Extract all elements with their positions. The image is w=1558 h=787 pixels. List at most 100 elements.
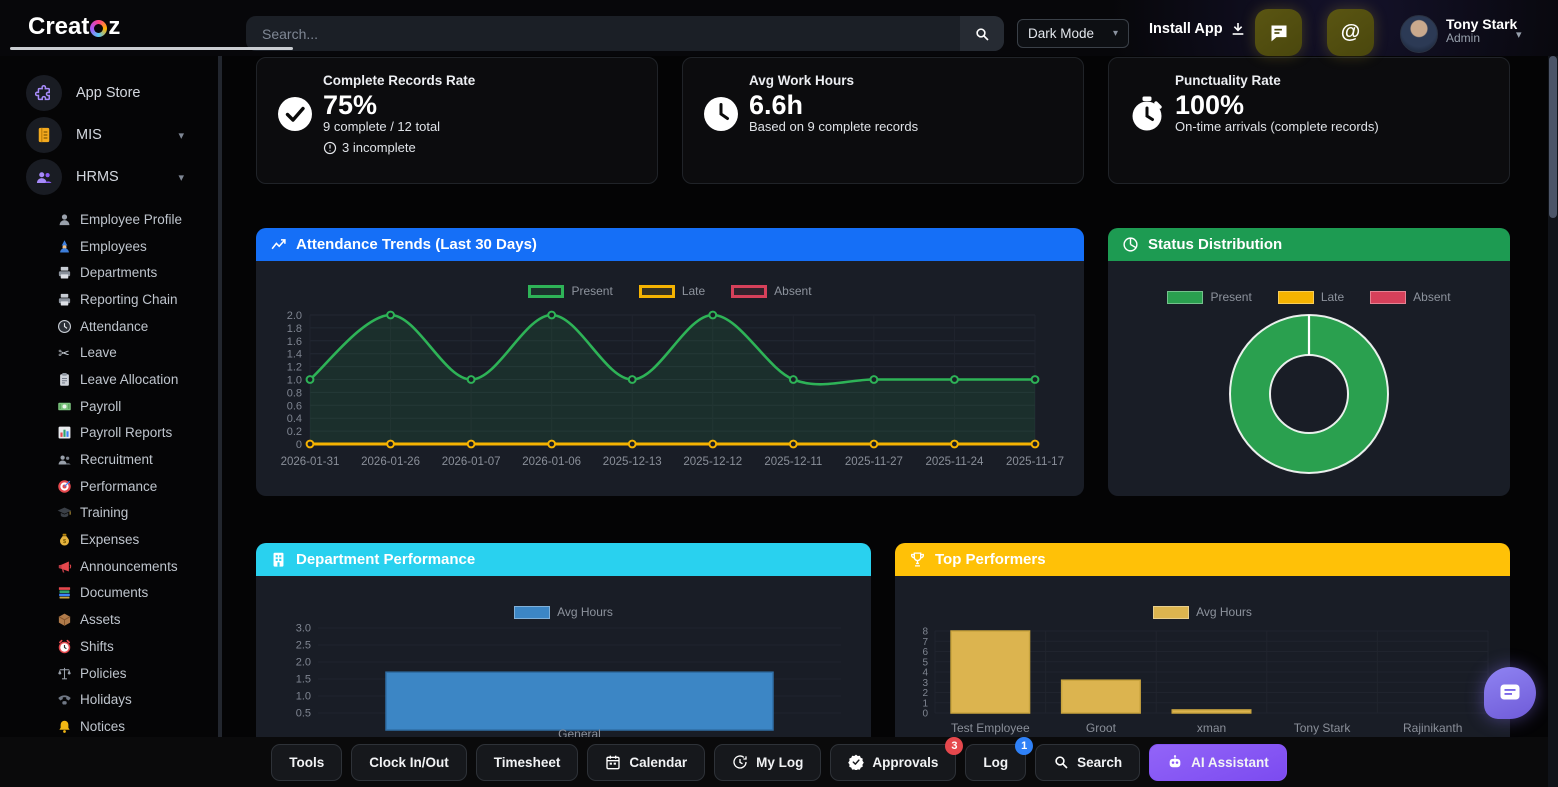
sidebar-item-label: Leave xyxy=(80,345,117,360)
scissors-icon: ✂ xyxy=(56,345,72,361)
svg-text:Groot: Groot xyxy=(1086,721,1117,735)
sidebar-item-leave-allocation[interactable]: Leave Allocation xyxy=(0,366,218,393)
svg-text:1.8: 1.8 xyxy=(287,323,302,335)
panel-title: Department Performance xyxy=(296,551,475,568)
sidebar-item-attendance[interactable]: Attendance xyxy=(0,313,218,340)
sidebar-item-label: Shifts xyxy=(80,639,114,654)
sidebar-item-payroll[interactable]: Payroll xyxy=(0,393,218,420)
sidebar-item-label: Employee Profile xyxy=(80,212,182,227)
svg-text:2026-01-06: 2026-01-06 xyxy=(522,456,581,468)
toolbar-timesheet-button[interactable]: Timesheet xyxy=(476,744,579,781)
stat-warning: 3 incomplete xyxy=(323,140,416,155)
sidebar-item-hrms[interactable]: HRMS ▾ xyxy=(0,156,218,198)
toolbar-search-button[interactable]: Search xyxy=(1035,744,1140,781)
toolbar-my-log-button[interactable]: My Log xyxy=(714,744,821,781)
trophy-icon xyxy=(909,551,926,568)
department-performance-panel: Department Performance Avg Hours 0.51.01… xyxy=(256,543,871,737)
sidebar-item-payroll-reports[interactable]: Payroll Reports xyxy=(0,420,218,447)
sidebar-item-recruitment[interactable]: Recruitment xyxy=(0,446,218,473)
logo-text-2: z xyxy=(108,13,120,41)
svg-text:0.6: 0.6 xyxy=(287,400,302,412)
puzzle-icon xyxy=(35,84,53,102)
svg-text:3: 3 xyxy=(922,678,928,689)
search-submit-button[interactable] xyxy=(960,16,1004,51)
toolbar-button-label: Log xyxy=(983,755,1008,770)
sidebar-item-performance[interactable]: Performance xyxy=(0,473,218,500)
page-scrollbar[interactable] xyxy=(1548,56,1558,787)
scales-icon xyxy=(56,665,72,681)
sidebar-item-label: Payroll xyxy=(80,399,121,414)
sidebar-item-app-store[interactable]: App Store xyxy=(0,72,218,114)
stat-detail: On-time arrivals (complete records) xyxy=(1175,119,1379,134)
history-icon xyxy=(732,754,748,770)
install-app-button[interactable]: Install App xyxy=(1143,20,1252,38)
horizontal-scrollbar[interactable] xyxy=(10,47,293,50)
check-circle-icon xyxy=(277,96,313,132)
printer-icon xyxy=(56,265,72,281)
stat-card-complete-records: Complete Records Rate 75% 9 complete / 1… xyxy=(256,57,658,184)
toolbar-button-label: Approvals xyxy=(872,755,938,770)
sidebar-item-policies[interactable]: Policies xyxy=(0,660,218,687)
mentions-button[interactable]: @ xyxy=(1327,9,1374,56)
toolbar-calendar-button[interactable]: Calendar xyxy=(587,744,705,781)
svg-text:7: 7 xyxy=(922,637,928,648)
toolbar-button-label: Tools xyxy=(289,755,324,770)
toolbar-approvals-button[interactable]: Approvals3 xyxy=(830,744,956,781)
alarm-icon xyxy=(56,638,72,654)
chat-fab-button[interactable] xyxy=(1484,667,1536,719)
money-bag-icon: $ xyxy=(56,532,72,548)
install-app-label: Install App xyxy=(1149,21,1223,37)
stat-value: 6.6h xyxy=(749,90,803,121)
svg-text:1.4: 1.4 xyxy=(287,349,302,361)
search-input[interactable] xyxy=(246,16,978,51)
avatar[interactable] xyxy=(1400,15,1438,53)
svg-text:2.0: 2.0 xyxy=(287,310,302,322)
toolbar-log-button[interactable]: Log1 xyxy=(965,744,1026,781)
department-bar-chart: 0.51.01.52.02.53.0General xyxy=(256,576,871,737)
sidebar-item-mis[interactable]: MIS▾ xyxy=(0,114,218,156)
sidebar-item-holidays[interactable]: Holidays xyxy=(0,686,218,713)
page-scrollbar-thumb[interactable] xyxy=(1549,56,1557,218)
svg-text:0: 0 xyxy=(296,439,302,451)
sidebar-item-label: Departments xyxy=(80,265,157,280)
sidebar-item-expenses[interactable]: $ Expenses xyxy=(0,526,218,553)
svg-text:1.0: 1.0 xyxy=(296,691,311,703)
user-menu[interactable]: Tony Stark Admin xyxy=(1446,16,1517,46)
feedback-button[interactable] xyxy=(1255,9,1302,56)
svg-text:2026-01-07: 2026-01-07 xyxy=(442,456,501,468)
at-sign-icon: @ xyxy=(1341,21,1361,44)
toolbar-button-label: My Log xyxy=(756,755,803,770)
sidebar-item-shifts[interactable]: Shifts xyxy=(0,633,218,660)
sidebar-item-announcements[interactable]: Announcements xyxy=(0,553,218,580)
bottom-toolbar: Tools Clock In/OutTimesheetCalendar My Log… xyxy=(0,737,1558,787)
toolbar-clock-in-out-button[interactable]: Clock In/Out xyxy=(351,744,467,781)
sidebar-item-reporting-chain[interactable]: Reporting Chain xyxy=(0,286,218,313)
sidebar-item-notices[interactable]: Notices xyxy=(0,713,218,737)
attendance-line-chart: 00.20.40.60.81.01.21.41.61.82.02026-01-3… xyxy=(256,261,1084,496)
chevron-down-icon: ▾ xyxy=(178,171,184,184)
sidebar-item-documents[interactable]: Documents xyxy=(0,580,218,607)
search-icon xyxy=(1053,754,1069,770)
sidebar-item-employee-profile[interactable]: Employee Profile xyxy=(0,206,218,233)
sidebar-item-label: HRMS xyxy=(76,169,119,185)
svg-text:1: 1 xyxy=(922,698,928,709)
svg-text:2025-11-24: 2025-11-24 xyxy=(925,456,984,468)
sidebar-item-leave[interactable]: ✂ Leave xyxy=(0,339,218,366)
sidebar-item-assets[interactable]: Assets xyxy=(0,606,218,633)
theme-select[interactable]: Dark Mode ▾ xyxy=(1017,19,1129,48)
toolbar-ai-assistant-button[interactable]: AI Assistant xyxy=(1149,744,1287,781)
bar-chart-icon xyxy=(56,425,72,441)
sidebar-item-departments[interactable]: Departments xyxy=(0,259,218,286)
sidebar-scrollbar[interactable] xyxy=(218,56,222,737)
top-performers-panel: Top Performers Avg Hours 012345678Test E… xyxy=(895,543,1510,737)
sidebar-item-label: Expenses xyxy=(80,532,139,547)
sidebar-item-training[interactable]: Training xyxy=(0,500,218,527)
chevron-down-icon: ▾ xyxy=(1113,28,1118,39)
sidebar-item-employees[interactable]: Employees xyxy=(0,233,218,260)
svg-text:0.5: 0.5 xyxy=(296,708,311,720)
panel-header: Status Distribution xyxy=(1108,228,1510,261)
people-purple-icon xyxy=(35,168,53,186)
search-icon xyxy=(974,26,990,42)
toolbar-tools-button[interactable]: Tools xyxy=(271,744,342,781)
svg-text:6: 6 xyxy=(922,647,928,658)
